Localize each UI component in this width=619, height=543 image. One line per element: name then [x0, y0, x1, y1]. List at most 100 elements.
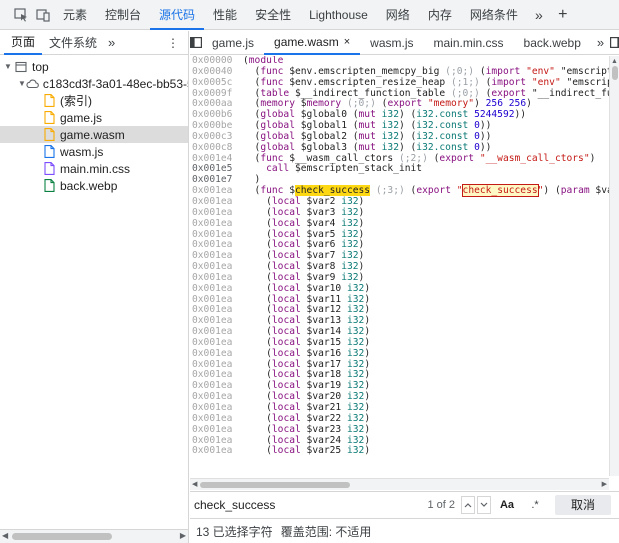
editor-tab[interactable]: back.webp [514, 31, 591, 55]
devtools-tab[interactable]: 性能 [204, 0, 246, 30]
line-address[interactable]: 0x001ea [190, 218, 243, 230]
next-match-button[interactable] [477, 495, 491, 514]
tree-item-label: game.js [60, 110, 103, 125]
scrollbar-thumb[interactable] [612, 66, 618, 80]
chevron-up-icon [464, 502, 472, 507]
previous-match-button[interactable] [461, 495, 475, 514]
chevron-down-icon [480, 502, 488, 507]
editor-tab-label: wasm.js [370, 35, 414, 50]
code-text: (local $var25 i32) [243, 445, 371, 457]
file-icon [42, 128, 56, 142]
tree-item[interactable]: game.wasm [0, 126, 188, 143]
search-bar: 1 of 2 Aa .* 取消 [190, 491, 619, 517]
line-address[interactable]: 0x0005c [190, 77, 243, 89]
code-line[interactable]: 0x001ea (local $var4 i32) [190, 218, 609, 230]
tree-item-label: top [32, 59, 49, 74]
devtools-tab[interactable]: 内存 [419, 0, 461, 30]
editor-hscrollbar[interactable]: ◀ ▶ [190, 478, 609, 490]
tree-item-label: back.webp [60, 178, 118, 193]
cloud-icon [26, 77, 39, 91]
line-address[interactable]: 0x001ea [190, 348, 243, 360]
toggle-debugger-icon[interactable] [610, 31, 619, 55]
close-tab-icon[interactable]: × [344, 36, 350, 48]
devtools-tab[interactable]: 网络 [377, 0, 419, 30]
scroll-left-icon[interactable]: ◀ [192, 480, 197, 488]
cancel-search-button[interactable]: 取消 [555, 494, 611, 515]
navigator-hscrollbar[interactable]: ◀ ▶ [0, 529, 188, 543]
editor-tab-label: back.webp [523, 35, 581, 50]
tree-item-label: main.min.css [60, 161, 131, 176]
line-address[interactable]: 0x001ea [190, 424, 243, 436]
scroll-right-icon[interactable]: ▶ [180, 531, 186, 540]
file-icon [42, 179, 56, 193]
scroll-left-icon[interactable]: ◀ [2, 531, 8, 540]
editor-tab[interactable]: wasm.js [360, 31, 423, 55]
navigator-tab[interactable]: 页面 [4, 31, 43, 55]
devtools-tab[interactable]: 网络条件 [461, 0, 527, 30]
navigator-tabs: 页面 文件系统 » ⋮ [0, 31, 188, 55]
devtools-tabs: 元素 控制台 源代码 性能 安全性 Lighthouse 网络 内存 网络条件 [54, 0, 527, 30]
tree-item[interactable]: ▼ top [0, 58, 188, 75]
inspect-element-icon[interactable] [10, 0, 32, 30]
devtools-tab[interactable]: 安全性 [246, 0, 300, 30]
regex-toggle[interactable]: .* [521, 499, 549, 511]
add-panel-button[interactable]: + [551, 0, 575, 30]
editor-tab[interactable]: game.wasm × [264, 31, 361, 55]
editor-tab[interactable]: game.js [202, 31, 264, 55]
tree-item[interactable]: (索引) [0, 92, 188, 109]
coverage-status: 覆盖范围: 不适用 [280, 524, 372, 539]
selection-status: 13 已选择字符 [196, 524, 273, 539]
code-line[interactable]: 0x0005c (func $env.emscripten_resize_hea… [190, 76, 609, 89]
device-toolbar-icon[interactable] [32, 0, 54, 30]
editor-more-tabs-button[interactable]: » [591, 35, 610, 50]
tree-item[interactable]: main.min.css [0, 160, 188, 177]
editor-tab-label: game.wasm [274, 34, 339, 49]
code-text: (func $env.emscripten_resize_heap (;1;) … [243, 76, 609, 88]
line-address[interactable]: 0x001ea [190, 446, 243, 457]
expand-arrow-icon[interactable]: ▼ [18, 79, 26, 88]
tree-item[interactable]: back.webp [0, 177, 188, 194]
frame-icon [14, 60, 28, 74]
code-line[interactable]: 0x001ea (local $var25 i32) [190, 445, 609, 457]
file-icon [42, 145, 56, 159]
scroll-right-icon[interactable]: ▶ [602, 480, 607, 488]
code-line[interactable]: 0x001ea (local $var10 i32) [190, 283, 609, 295]
code-text: call $emscripten_stack_init [266, 163, 423, 175]
navigator-tab[interactable]: 文件系统 [42, 31, 104, 55]
tree-item-label: wasm.js [60, 144, 104, 159]
match-count: 1 of 2 [427, 498, 455, 511]
file-icon [42, 162, 56, 176]
editor-vscrollbar[interactable]: ▲ [609, 56, 619, 476]
file-icon [42, 111, 56, 125]
tree-item[interactable]: ▼ c183cd3f-3a01-48ec-bb53-5573 [0, 75, 188, 92]
tree-item-label: game.wasm [60, 127, 125, 142]
file-icon [42, 94, 56, 108]
scrollbar-thumb[interactable] [200, 482, 350, 488]
toggle-navigator-icon[interactable] [190, 31, 202, 55]
status-bar: 13 已选择字符 覆盖范围: 不适用 [190, 518, 619, 543]
devtools-tab[interactable]: Lighthouse [300, 0, 377, 30]
devtools-tab[interactable]: 元素 [54, 0, 96, 30]
devtools-tab-bar: 元素 控制台 源代码 性能 安全性 Lighthouse 网络 内存 网络条件 » + [0, 0, 619, 30]
search-input[interactable] [194, 497, 424, 512]
line-address[interactable]: 0x001ea [190, 283, 243, 295]
tree-item[interactable]: game.js [0, 109, 188, 126]
more-tabs-button[interactable]: » [527, 0, 551, 30]
navigator-more-button[interactable]: » [104, 35, 119, 50]
expand-arrow-icon[interactable]: ▼ [4, 62, 14, 71]
match-case-toggle[interactable]: Aa [493, 499, 521, 511]
editor-tab[interactable]: main.min.css [424, 31, 514, 55]
editor-tab-label: main.min.css [433, 35, 504, 50]
line-address[interactable]: 0x000c8 [190, 142, 243, 154]
scrollbar-thumb[interactable] [12, 533, 112, 540]
editor-tab-label: game.js [212, 35, 255, 50]
navigator-menu-button[interactable]: ⋮ [167, 36, 180, 50]
code-line[interactable]: 0x001ea (local $var23 i32) [190, 424, 609, 436]
scroll-up-icon[interactable]: ▲ [611, 58, 618, 65]
code-line[interactable]: 0x001ea (local $var16 i32) [190, 348, 609, 360]
devtools-tab[interactable]: 源代码 [150, 0, 205, 30]
editor-tabs: game.js game.wasm × wasm.js main.min.css back… [190, 31, 619, 55]
code-editor[interactable]: 0x00000 (module 0x00040 (func $env.emscrip… [190, 56, 609, 476]
devtools-tab[interactable]: 控制台 [96, 0, 150, 30]
tree-item[interactable]: wasm.js [0, 143, 188, 160]
